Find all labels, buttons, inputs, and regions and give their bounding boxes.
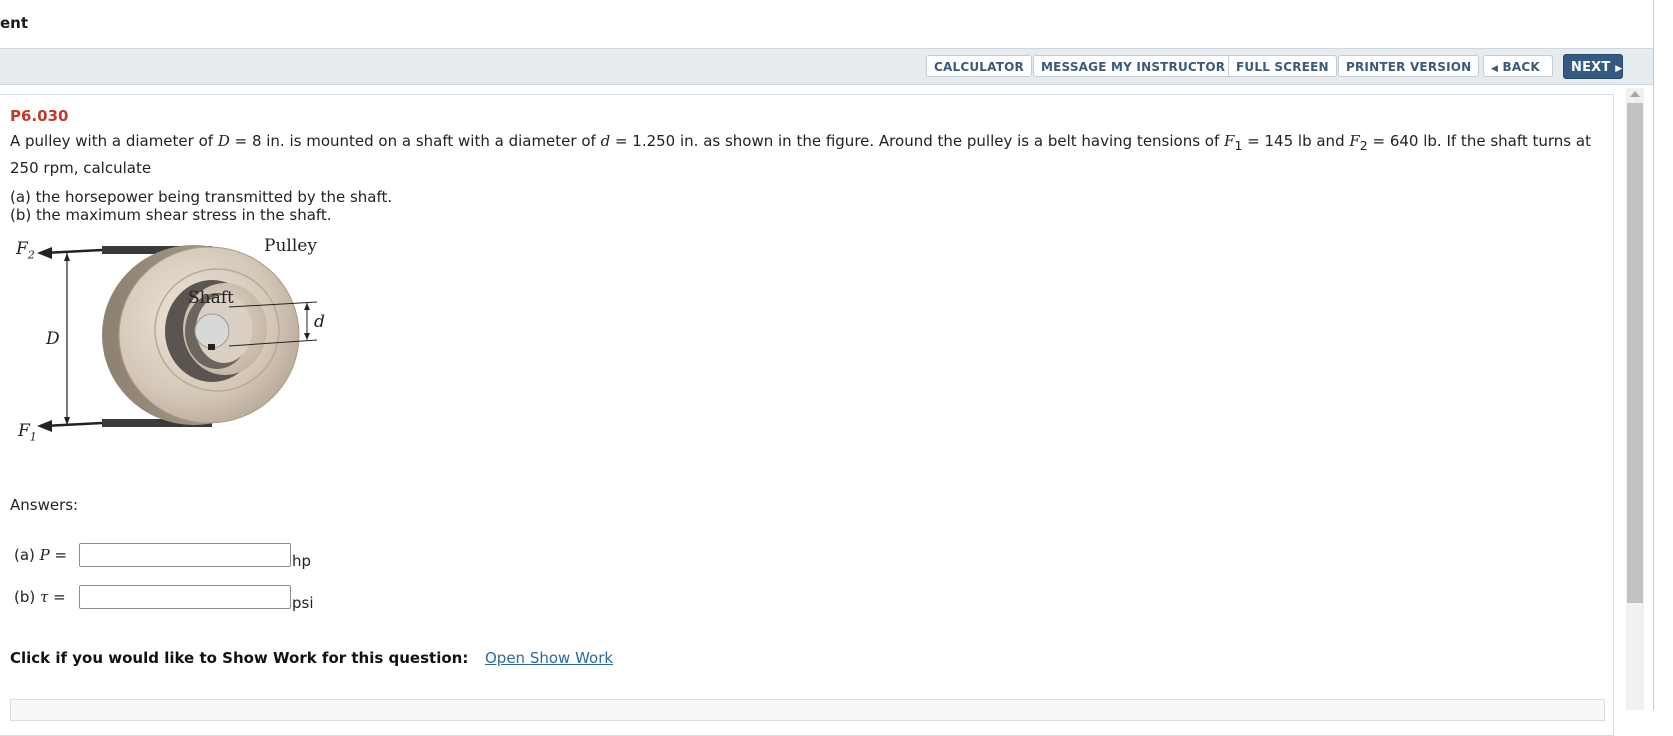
next-section-panel bbox=[10, 699, 1605, 721]
toolbar: CALCULATOR MESSAGE MY INSTRUCTOR FULL SC… bbox=[0, 48, 1653, 85]
caret-right-icon: ▶ bbox=[1615, 64, 1623, 74]
answers-label: Answers: bbox=[10, 496, 79, 514]
d-label: d bbox=[314, 312, 325, 332]
caret-left-icon: ◀ bbox=[1491, 64, 1499, 74]
pulley-label: Pulley bbox=[264, 236, 317, 256]
problem-parts: (a) the horsepower being transmitted by … bbox=[10, 188, 392, 224]
calculator-button[interactable]: CALCULATOR bbox=[926, 55, 1032, 77]
problem-id: P6.030 bbox=[10, 107, 69, 125]
f1-arrow-icon bbox=[37, 420, 52, 432]
back-button[interactable]: ◀ BACK bbox=[1483, 55, 1553, 77]
answer-a-unit: hp bbox=[292, 552, 312, 570]
next-button[interactable]: NEXT ▶ bbox=[1563, 54, 1623, 79]
answer-a-label: (a) P = bbox=[14, 546, 68, 564]
f1-label: F1 bbox=[18, 421, 37, 444]
f2-label: F2 bbox=[16, 239, 35, 262]
pulley-figure: Pulley Shaft d D F2 F1 bbox=[12, 236, 342, 480]
open-show-work-link[interactable]: Open Show Work bbox=[485, 649, 613, 667]
problem-statement: A pulley with a diameter of D = 8 in. is… bbox=[10, 132, 1591, 177]
part-a-text: (a) the horsepower being transmitted by … bbox=[10, 188, 393, 206]
vertical-scrollbar[interactable] bbox=[1626, 88, 1644, 710]
next-label: NEXT bbox=[1571, 60, 1611, 75]
back-label: BACK bbox=[1502, 60, 1540, 74]
message-instructor-button[interactable]: MESSAGE MY INSTRUCTOR bbox=[1033, 55, 1234, 77]
show-work-prompt: Click if you would like to Show Work for… bbox=[10, 649, 469, 667]
f2-arrow-icon bbox=[37, 247, 52, 259]
pulley-diagram bbox=[37, 245, 318, 432]
answer-b-input[interactable] bbox=[79, 585, 291, 609]
full-screen-button[interactable]: FULL SCREEN bbox=[1228, 55, 1337, 77]
window-border bbox=[1653, 0, 1654, 710]
shaft bbox=[194, 313, 230, 349]
answer-b-unit: psi bbox=[292, 594, 314, 612]
page-title: ent bbox=[0, 14, 29, 32]
shaft-key bbox=[208, 344, 215, 350]
part-b-text: (b) the maximum shear stress in the shaf… bbox=[10, 206, 332, 224]
scroll-up-icon[interactable] bbox=[1630, 91, 1640, 97]
printer-version-button[interactable]: PRINTER VERSION bbox=[1338, 55, 1480, 77]
diameter-label: D bbox=[46, 329, 60, 349]
shaft-label: Shaft bbox=[188, 288, 234, 308]
scroll-thumb[interactable] bbox=[1627, 103, 1643, 603]
answer-a-input[interactable] bbox=[79, 543, 291, 567]
answer-b-label: (b) τ = bbox=[14, 588, 66, 606]
